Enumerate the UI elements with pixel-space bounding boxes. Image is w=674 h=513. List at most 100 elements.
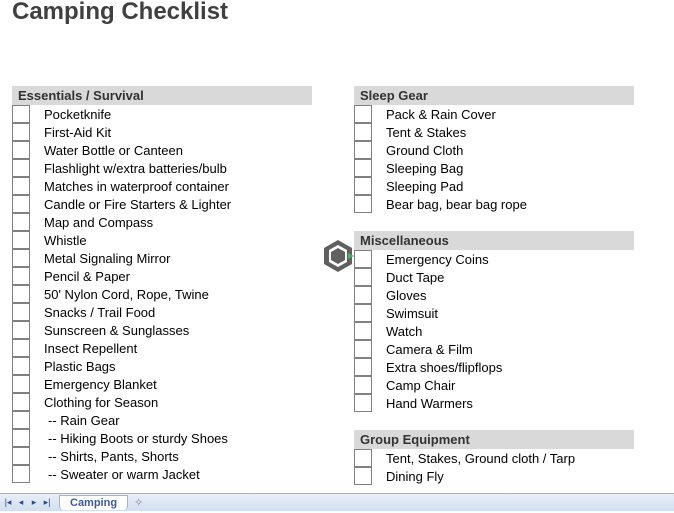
list-item: Emergency Blanket (12, 375, 312, 393)
item-label: Bear bag, bear bag rope (372, 197, 527, 212)
checkbox[interactable] (354, 340, 372, 358)
checkbox[interactable] (354, 159, 372, 177)
list-item: Water Bottle or Canteen (12, 141, 312, 159)
item-label: -- Hiking Boots or sturdy Shoes (30, 431, 228, 446)
checkbox[interactable] (12, 105, 30, 123)
list-item: Pack & Rain Cover (354, 105, 634, 123)
item-label: Candle or Fire Starters & Lighter (30, 197, 231, 212)
item-label: Tent, Stakes, Ground cloth / Tarp (372, 451, 575, 466)
list-item: Bear bag, bear bag rope (354, 195, 634, 213)
list-item: Clothing for Season (12, 393, 312, 411)
item-label: Pack & Rain Cover (372, 107, 496, 122)
item-label: Emergency Blanket (30, 377, 157, 392)
list-item: Camp Chair (354, 376, 634, 394)
checkbox[interactable] (12, 303, 30, 321)
list-item: Flashlight w/extra batteries/bulb (12, 159, 312, 177)
item-label: Flashlight w/extra batteries/bulb (30, 161, 227, 176)
checkbox[interactable] (354, 467, 372, 485)
item-label: Tent & Stakes (372, 125, 466, 140)
checkbox[interactable] (12, 231, 30, 249)
page-title: Camping Checklist (0, 0, 674, 26)
left-column: Essentials / Survival Pocketknife First-A… (12, 86, 312, 485)
checkbox[interactable] (12, 141, 30, 159)
item-label: -- Rain Gear (30, 413, 120, 428)
checkbox[interactable] (354, 105, 372, 123)
list-item: Tent & Stakes (354, 123, 634, 141)
item-label: Sleeping Pad (372, 179, 463, 194)
nav-first-icon[interactable]: |◂ (2, 496, 14, 510)
checkbox[interactable] (354, 250, 372, 268)
add-sheet-icon[interactable]: ✧ (134, 496, 143, 509)
checkbox[interactable] (12, 339, 30, 357)
item-label: Sleeping Bag (372, 161, 463, 176)
item-label: Whistle (30, 233, 87, 248)
list-item: Tent, Stakes, Ground cloth / Tarp (354, 449, 634, 467)
item-label: Pencil & Paper (30, 269, 130, 284)
nav-last-icon[interactable]: ▸| (41, 496, 53, 510)
item-label: Map and Compass (30, 215, 153, 230)
item-label: Camera & Film (372, 342, 473, 357)
list-item: Snacks / Trail Food (12, 303, 312, 321)
item-label: Gloves (372, 288, 426, 303)
list-item: Sleeping Pad (354, 177, 634, 195)
list-item: Candle or Fire Starters & Lighter (12, 195, 312, 213)
list-item: Whistle (12, 231, 312, 249)
checkbox[interactable] (12, 249, 30, 267)
item-label: Camp Chair (372, 378, 455, 393)
checkbox[interactable] (12, 447, 30, 465)
checkbox[interactable] (354, 358, 372, 376)
checkbox[interactable] (354, 141, 372, 159)
checkbox[interactable] (12, 267, 30, 285)
checkbox[interactable] (12, 375, 30, 393)
list-item: Hand Warmers (354, 394, 634, 412)
checkbox[interactable] (12, 195, 30, 213)
checkbox[interactable] (12, 393, 30, 411)
checkbox[interactable] (354, 286, 372, 304)
list-item: 50' Nylon Cord, Rope, Twine (12, 285, 312, 303)
checkbox[interactable] (12, 411, 30, 429)
checkbox[interactable] (12, 159, 30, 177)
checkbox[interactable] (12, 465, 30, 483)
section-group-items: Tent, Stakes, Ground cloth / TarpDining … (354, 449, 634, 485)
list-item: Emergency Coins (354, 250, 634, 268)
sheet-tab-camping[interactable]: Camping (59, 495, 128, 510)
section-misc-items: Emergency CoinsDuct Tape Gloves SwimsuitWa… (354, 250, 634, 412)
section-header-sleep: Sleep Gear (354, 86, 634, 105)
section-header-essentials: Essentials / Survival (12, 86, 312, 105)
checkbox[interactable] (12, 285, 30, 303)
list-item: Map and Compass (12, 213, 312, 231)
checkbox[interactable] (354, 376, 372, 394)
list-item: Duct Tape (354, 268, 634, 286)
list-item: Watch (354, 322, 634, 340)
item-label: Insect Repellent (30, 341, 137, 356)
list-item: Matches in waterproof container (12, 177, 312, 195)
checkbox[interactable] (354, 304, 372, 322)
item-label: Matches in waterproof container (30, 179, 229, 194)
section-sleep-items: Pack & Rain Cover Tent & StakesGround Clo… (354, 105, 634, 213)
list-item: Swimsuit (354, 304, 634, 322)
checkbox[interactable] (12, 321, 30, 339)
checkbox[interactable] (354, 394, 372, 412)
checkbox[interactable] (354, 322, 372, 340)
item-label: Hand Warmers (372, 396, 473, 411)
item-label: Pocketknife (30, 107, 111, 122)
nav-next-icon[interactable]: ▸ (28, 496, 40, 510)
checkbox[interactable] (354, 449, 372, 467)
checkbox[interactable] (354, 195, 372, 213)
checkbox[interactable] (354, 123, 372, 141)
checkbox[interactable] (354, 177, 372, 195)
list-item: Ground Cloth (354, 141, 634, 159)
section-essentials-items: Pocketknife First-Aid KitWater Bottle or … (12, 105, 312, 483)
checkbox[interactable] (12, 357, 30, 375)
checkbox[interactable] (12, 123, 30, 141)
section-header-misc: Miscellaneous (354, 231, 634, 250)
checkbox[interactable] (354, 268, 372, 286)
item-label: Sunscreen & Sunglasses (30, 323, 189, 338)
checkbox[interactable] (12, 213, 30, 231)
item-label: First-Aid Kit (30, 125, 111, 140)
checkbox[interactable] (12, 429, 30, 447)
tab-nav-group: |◂ ◂ ▸ ▸| (0, 496, 55, 510)
item-label: Swimsuit (372, 306, 438, 321)
nav-prev-icon[interactable]: ◂ (15, 496, 27, 510)
checkbox[interactable] (12, 177, 30, 195)
